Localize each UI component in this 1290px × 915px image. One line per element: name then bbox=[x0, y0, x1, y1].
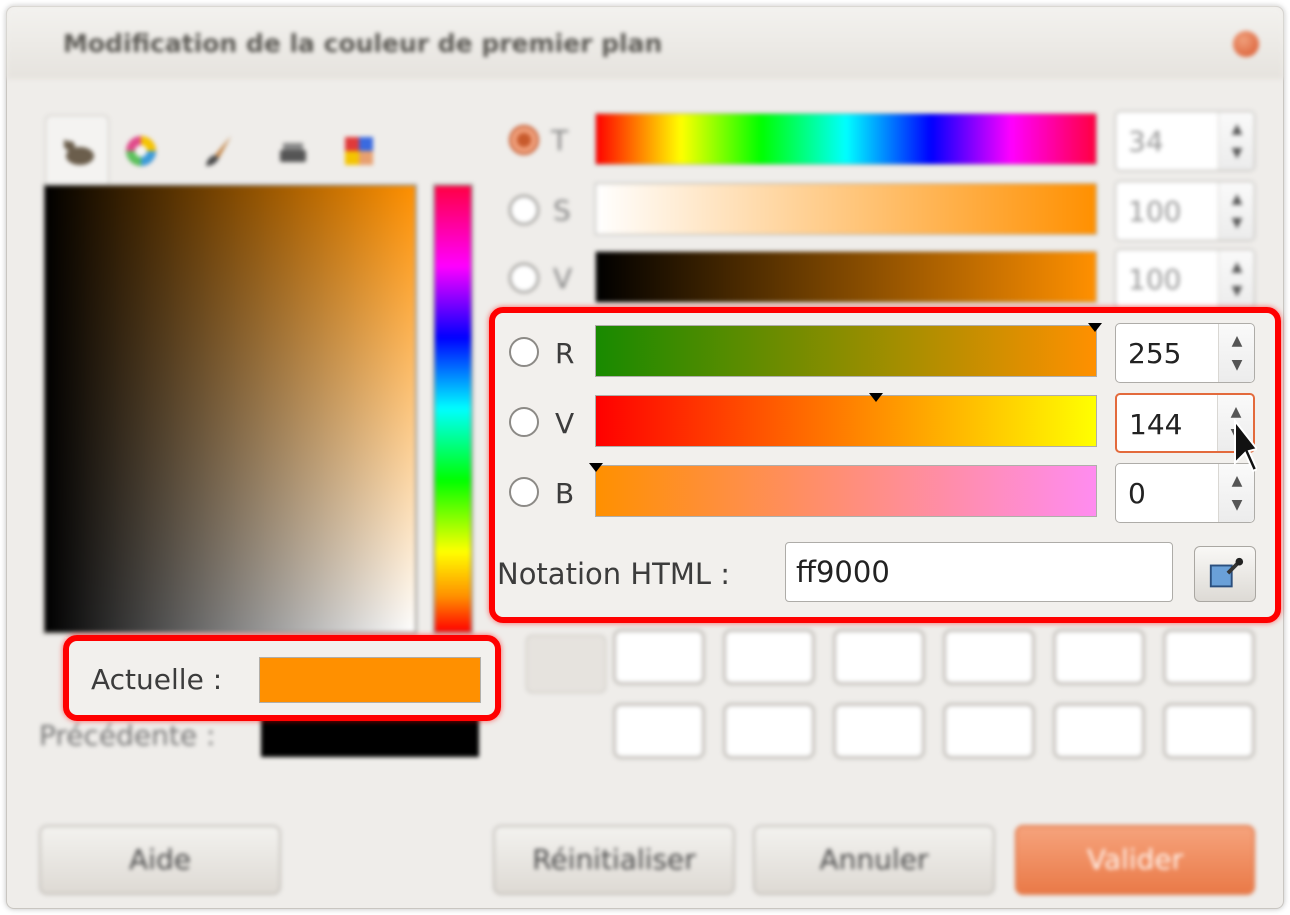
hue-spinbox[interactable]: 34 ▲ ▼ bbox=[1115, 111, 1255, 171]
red-value: 255 bbox=[1128, 337, 1182, 370]
color-wheel-icon bbox=[126, 136, 156, 166]
history-arrow-button[interactable] bbox=[526, 635, 606, 693]
red-slider-marker bbox=[1088, 323, 1102, 332]
spin-down-icon[interactable]: ▼ bbox=[1227, 492, 1247, 518]
radio-saturation[interactable] bbox=[509, 195, 539, 225]
history-swatch[interactable] bbox=[613, 703, 705, 759]
tab-gimp[interactable] bbox=[45, 115, 109, 185]
history-swatch[interactable] bbox=[613, 629, 705, 685]
red-label: R bbox=[555, 337, 575, 370]
spin-down-icon[interactable]: ▼ bbox=[1227, 278, 1247, 304]
history-swatch[interactable] bbox=[1163, 703, 1255, 759]
history-swatch[interactable] bbox=[1053, 703, 1145, 759]
saturation-slider[interactable] bbox=[595, 183, 1097, 235]
spin-up-icon[interactable]: ▲ bbox=[1227, 328, 1247, 354]
radio-value[interactable] bbox=[509, 263, 539, 293]
color-picker-button[interactable] bbox=[1194, 546, 1256, 602]
radio-green[interactable] bbox=[509, 407, 539, 437]
eyedropper-icon bbox=[1209, 557, 1244, 588]
current-color-swatch bbox=[259, 657, 481, 703]
value-label: V bbox=[553, 262, 573, 295]
html-notation-input[interactable]: ff9000 bbox=[785, 542, 1173, 602]
brush-icon bbox=[206, 136, 231, 166]
previous-label: Précédente : bbox=[39, 719, 216, 752]
radio-hue[interactable] bbox=[509, 125, 539, 155]
palette-icon bbox=[345, 137, 373, 165]
radio-red[interactable] bbox=[509, 337, 539, 367]
red-slider[interactable] bbox=[595, 325, 1097, 377]
green-label: V bbox=[555, 407, 575, 440]
history-swatch[interactable] bbox=[833, 703, 925, 759]
window-title: Modification de la couleur de premier pl… bbox=[63, 29, 663, 58]
gimp-icon bbox=[64, 140, 94, 165]
hue-strip[interactable] bbox=[433, 184, 473, 634]
cancel-button[interactable]: Annuler bbox=[753, 825, 995, 895]
saturation-value: 100 bbox=[1128, 195, 1182, 228]
history-swatch[interactable] bbox=[1053, 629, 1145, 685]
html-notation-label: Notation HTML : bbox=[497, 557, 731, 591]
tab-color-wheel[interactable] bbox=[109, 115, 173, 185]
hue-value: 34 bbox=[1128, 125, 1164, 158]
hue-spin-buttons: ▲ ▼ bbox=[1218, 112, 1254, 170]
value-value: 100 bbox=[1128, 263, 1182, 296]
reset-button[interactable]: Réinitialiser bbox=[493, 825, 735, 895]
hue-label: T bbox=[551, 124, 569, 157]
color-dialog: Modification de la couleur de premier pl… bbox=[6, 6, 1284, 909]
history-swatch[interactable] bbox=[943, 629, 1035, 685]
tab-palette[interactable] bbox=[327, 115, 391, 185]
blue-value: 0 bbox=[1128, 477, 1146, 510]
history-swatch[interactable] bbox=[723, 703, 815, 759]
close-button[interactable] bbox=[1233, 31, 1259, 57]
tab-brush[interactable] bbox=[187, 115, 251, 185]
current-label: Actuelle : bbox=[91, 663, 223, 696]
help-button[interactable]: Aide bbox=[39, 825, 281, 895]
red-spinbox[interactable]: 255 ▲ ▼ bbox=[1115, 323, 1255, 383]
spin-down-icon[interactable]: ▼ bbox=[1227, 210, 1247, 236]
hue-slider[interactable] bbox=[595, 113, 1097, 165]
saturation-spinbox[interactable]: 100 ▲ ▼ bbox=[1115, 181, 1255, 241]
spin-down-icon[interactable]: ▼ bbox=[1227, 352, 1247, 378]
history-swatch[interactable] bbox=[723, 629, 815, 685]
green-slider-marker bbox=[869, 393, 883, 402]
ok-button[interactable]: Valider bbox=[1015, 825, 1255, 895]
title-bar: Modification de la couleur de premier pl… bbox=[7, 7, 1283, 79]
html-notation-value: ff9000 bbox=[796, 555, 890, 589]
red-spin-buttons: ▲ ▼ bbox=[1218, 324, 1254, 382]
history-swatch[interactable] bbox=[943, 703, 1035, 759]
blue-label: B bbox=[555, 477, 575, 510]
history-swatch[interactable] bbox=[833, 629, 925, 685]
tab-printer[interactable] bbox=[261, 115, 325, 185]
green-value: 144 bbox=[1129, 408, 1183, 441]
saturation-label: S bbox=[553, 194, 571, 227]
spin-up-icon[interactable]: ▲ bbox=[1227, 116, 1247, 142]
saturation-value-area[interactable] bbox=[43, 184, 417, 634]
green-slider[interactable] bbox=[595, 395, 1097, 447]
spin-down-icon[interactable]: ▼ bbox=[1227, 140, 1247, 166]
spin-up-icon[interactable]: ▲ bbox=[1227, 254, 1247, 280]
printer-icon bbox=[280, 143, 306, 162]
blue-slider-marker bbox=[589, 463, 603, 472]
radio-blue[interactable] bbox=[509, 477, 539, 507]
mouse-cursor-icon bbox=[1234, 419, 1257, 473]
value-spin-buttons: ▲ ▼ bbox=[1218, 250, 1254, 308]
value-slider[interactable] bbox=[595, 251, 1097, 303]
blue-slider[interactable] bbox=[595, 465, 1097, 517]
value-spinbox[interactable]: 100 ▲ ▼ bbox=[1115, 249, 1255, 309]
saturation-spin-buttons: ▲ ▼ bbox=[1218, 182, 1254, 240]
spin-up-icon[interactable]: ▲ bbox=[1227, 186, 1247, 212]
history-swatch[interactable] bbox=[1163, 629, 1255, 685]
